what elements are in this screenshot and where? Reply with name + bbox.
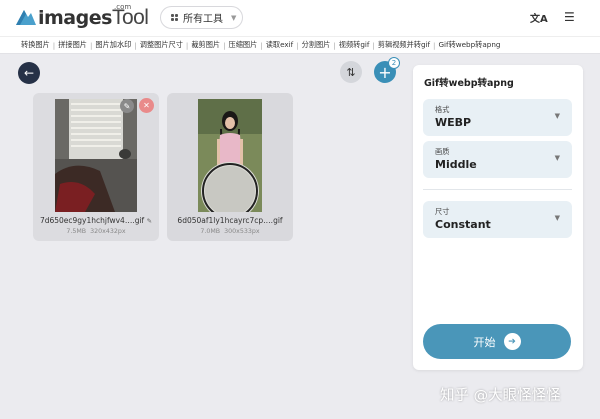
panel-title: Gif转webp转apng: [424, 78, 514, 89]
dropdown-arrow-icon: ▼: [554, 214, 560, 222]
divider: |: [185, 40, 189, 50]
divider: |: [260, 40, 263, 50]
nav-link-convert[interactable]: 转换图片: [21, 40, 50, 50]
divider: |: [223, 40, 226, 50]
divider: |: [134, 40, 137, 50]
tool-links-bar: 转换图片 | 拼接图片 | 图片加水印 | 调整图片尺寸 | 裁剪图片 | 压缩图片 | 读…: [0, 36, 600, 54]
divider: |: [333, 40, 336, 50]
divider: [423, 189, 572, 190]
translate-icon[interactable]: 文A: [530, 10, 548, 25]
size-select[interactable]: 尺寸 Constant ▼: [423, 201, 572, 238]
nav-link-resize[interactable]: 调整图片尺寸: [140, 40, 183, 50]
start-label: 开始: [473, 335, 496, 349]
logo-text: imagesTool: [38, 6, 149, 30]
file-dimensions: 300x533px: [224, 228, 260, 235]
file-size: 7.5MB: [66, 228, 87, 235]
close-icon: ✕: [143, 101, 150, 110]
file-meta: 7.5MB 320x432px: [33, 228, 159, 235]
divider: |: [372, 40, 375, 50]
file-count-badge: 2: [388, 57, 400, 69]
file-card[interactable]: ✎ ✕ 7d650ec9gy1hchjfwv4….gif ✎ 7.5MB 320…: [33, 93, 159, 241]
divider: |: [52, 40, 56, 50]
nav-link-video-gif[interactable]: 视频转gif: [339, 40, 370, 50]
all-tools-label: 所有工具: [183, 14, 223, 25]
file-thumbnail: [198, 99, 262, 212]
chevron-down-icon: ▼: [231, 13, 237, 22]
divider: |: [433, 40, 436, 50]
file-name: 7d650ec9gy1hchjfwv4….gif ✎: [39, 216, 153, 225]
quality-select[interactable]: 画质 Middle ▼: [423, 141, 572, 178]
nav-link-stitch[interactable]: 拼接图片: [58, 40, 87, 50]
size-label: 尺寸: [435, 207, 450, 216]
top-header: imagesTool .com 所有工具 ▼ 文A ☰: [0, 0, 600, 36]
file-name: 6d050af1ly1hcayrc7cp….gif: [177, 216, 283, 225]
logo[interactable]: imagesTool .com: [16, 3, 149, 30]
nav-link-gif-webp-apng[interactable]: Gif转webp转apng: [438, 40, 500, 50]
nav-link-compress[interactable]: 压缩图片: [229, 40, 258, 50]
sort-button[interactable]: ⇅: [340, 61, 362, 83]
file-size: 7.0MB: [200, 228, 221, 235]
rename-pencil-icon[interactable]: ✎: [147, 217, 152, 225]
file-thumbnail: [55, 99, 137, 212]
dropdown-arrow-icon: ▼: [554, 112, 560, 120]
all-tools-dropdown[interactable]: 所有工具 ▼: [160, 6, 243, 29]
pencil-icon: ✎: [123, 101, 131, 111]
back-button[interactable]: ←: [18, 62, 40, 84]
menu-icon[interactable]: ☰: [564, 10, 575, 24]
format-label: 格式: [435, 105, 450, 114]
nav-link-clip-video-gif[interactable]: 剪辑视频并转gif: [378, 40, 430, 50]
nav-link-crop[interactable]: 裁剪图片: [191, 40, 220, 50]
format-value: WEBP: [435, 116, 472, 129]
divider: |: [296, 40, 299, 50]
file-card[interactable]: 6d050af1ly1hcayrc7cp….gif 7.0MB 300x533p…: [167, 93, 293, 241]
sort-icon: ⇅: [346, 65, 356, 79]
file-meta: 7.0MB 300x533px: [167, 228, 293, 235]
quality-value: Middle: [435, 158, 477, 171]
nav-link-exif[interactable]: 读取exif: [266, 40, 293, 50]
logo-mountain-icon: [16, 10, 36, 25]
logo-com: .com: [114, 3, 132, 11]
nav-link-split[interactable]: 分割图片: [302, 40, 331, 50]
arrow-left-icon: ←: [23, 66, 35, 80]
edit-button[interactable]: ✎: [120, 99, 134, 113]
delete-button[interactable]: ✕: [139, 98, 154, 113]
quality-label: 画质: [435, 147, 450, 156]
format-select[interactable]: 格式 WEBP ▼: [423, 99, 572, 136]
watermark: 知乎 @大眼怪怪怪: [440, 388, 561, 404]
size-value: Constant: [435, 218, 491, 231]
divider: |: [89, 40, 93, 50]
start-button[interactable]: 开始 ➔: [423, 324, 571, 359]
file-dimensions: 320x432px: [90, 228, 126, 235]
nav-link-watermark[interactable]: 图片加水印: [95, 40, 131, 50]
grid-icon: [171, 14, 178, 21]
dropdown-arrow-icon: ▼: [554, 154, 560, 162]
settings-panel: Gif转webp转apng 格式 WEBP ▼ 画质 Middle ▼ 尺寸 C…: [413, 65, 583, 370]
arrow-right-icon: ➔: [503, 333, 521, 350]
